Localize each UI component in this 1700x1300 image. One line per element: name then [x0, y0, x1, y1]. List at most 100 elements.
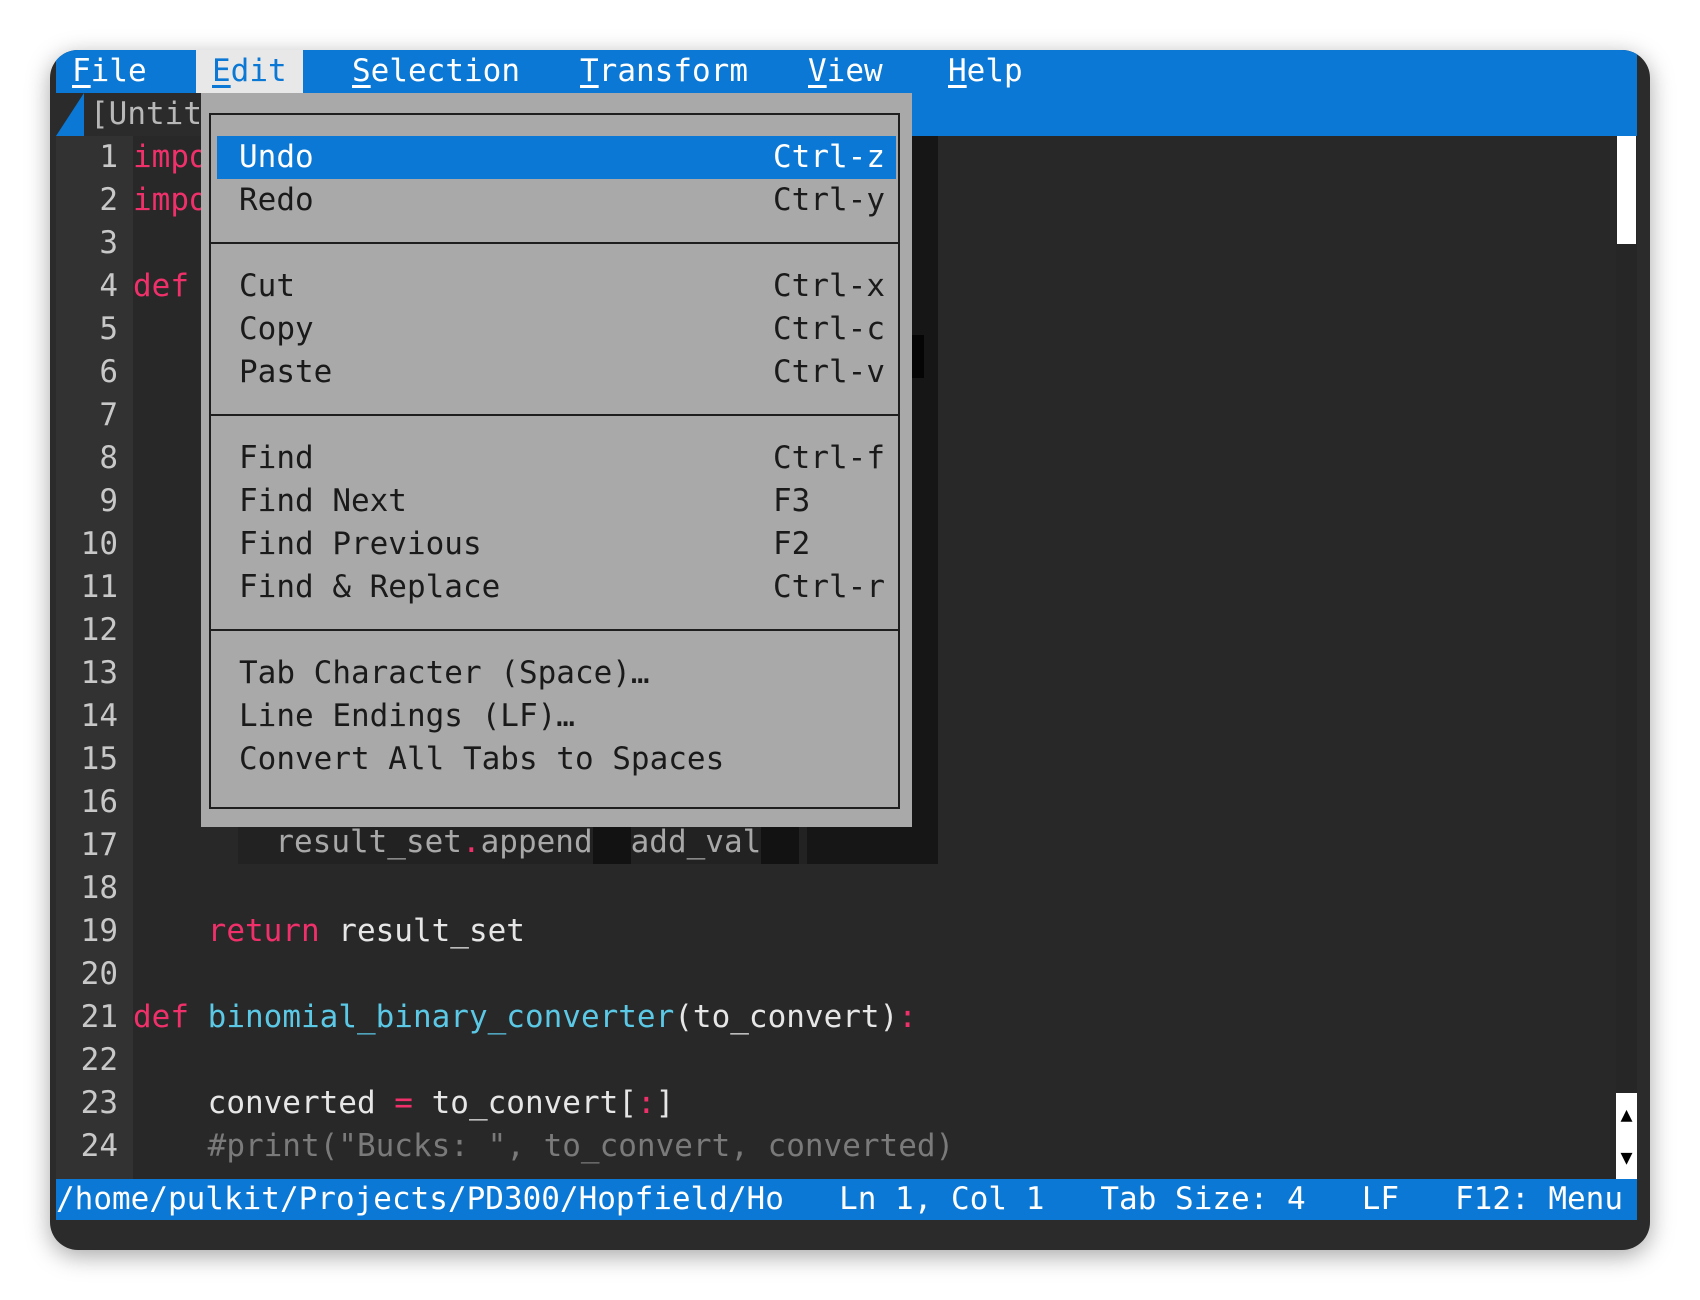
file-path: /home/pulkit/Projects/PD300/Hopfield/Ho — [56, 1181, 784, 1217]
line-number: 21 — [80, 999, 118, 1035]
tab-size: Tab Size: 4 — [1100, 1181, 1306, 1217]
scroll-down-icon[interactable]: ▼ — [1616, 1136, 1637, 1179]
menu-item-find-previous[interactable]: Find Previous F2 — [217, 523, 896, 566]
code-args: (to_convert) — [674, 999, 899, 1035]
menu-transform-mnemonic: T — [580, 53, 599, 89]
menu-item-convert-tabs[interactable]: Convert All Tabs to Spaces — [217, 738, 896, 781]
menu-edit[interactable]: Edit — [196, 50, 303, 93]
line-number: 9 — [99, 483, 118, 519]
line-number: 17 — [80, 827, 118, 863]
menu-item-shortcut: Ctrl-y — [773, 182, 885, 218]
menu-selection[interactable]: Selection — [336, 50, 536, 93]
menu-file-mnemonic: F — [72, 53, 91, 89]
menu-transform[interactable]: Transform — [564, 50, 764, 93]
code-operator: : — [636, 1085, 656, 1121]
code-line-21: def binomial_binary_converter(to_convert… — [133, 996, 1603, 1039]
menu-item-label: Undo — [239, 139, 314, 175]
code-text: result_set — [319, 913, 525, 949]
line-number: 1 — [99, 139, 118, 175]
line-number: 3 — [99, 225, 118, 261]
menu-help-mnemonic: H — [948, 53, 967, 89]
line-number: 13 — [80, 655, 118, 691]
tab-slant-decoration — [56, 93, 84, 136]
code-text: to_convert[ — [412, 1085, 637, 1121]
menu-item-label: Cut — [239, 268, 295, 304]
scrollbar-thumb[interactable] — [1617, 136, 1636, 244]
cursor-position: Ln 1, Col 1 — [839, 1181, 1045, 1217]
menu-item-cut[interactable]: Cut Ctrl-x — [217, 265, 896, 308]
vertical-scrollbar[interactable]: ▲ ▼ — [1616, 136, 1637, 1179]
code-shadow — [761, 821, 800, 864]
menu-item-shortcut: Ctrl-x — [773, 268, 885, 304]
menu-item-shortcut: Ctrl-v — [773, 354, 885, 390]
menu-item-find-replace[interactable]: Find & Replace Ctrl-r — [217, 566, 896, 609]
menu-item-shortcut: Ctrl-z — [773, 139, 885, 175]
menu-separator — [209, 629, 900, 631]
menu-item-shortcut: F2 — [773, 526, 811, 562]
menu-item-line-endings[interactable]: Line Endings (LF)… — [217, 695, 896, 738]
code-argument: add_val — [630, 824, 762, 860]
menu-separator — [209, 242, 900, 244]
menu-edit-label: dit — [230, 53, 287, 89]
code-text: ] — [655, 1085, 675, 1121]
code-line-17: result_set.append add_val — [238, 821, 808, 864]
code-operator: . — [461, 824, 481, 860]
code-text: converted — [207, 1085, 395, 1121]
scroll-up-icon[interactable]: ▲ — [1616, 1093, 1637, 1136]
menu-help-label: elp — [966, 53, 1023, 89]
menu-view-label: iew — [826, 53, 883, 89]
menu-help[interactable]: Help — [932, 50, 1039, 93]
keyword: def — [133, 268, 189, 304]
text-editor: File Edit Selection Transform View Help … — [56, 50, 1637, 1220]
menu-item-copy[interactable]: Copy Ctrl-c — [217, 308, 896, 351]
line-number: 11 — [80, 569, 118, 605]
keyword: impo — [133, 139, 208, 175]
menu-item-redo[interactable]: Redo Ctrl-y — [217, 179, 896, 222]
status-info: Ln 1, Col 1 Tab Size: 4 LF F12: Menu — [839, 1179, 1623, 1220]
menu-item-label: Paste — [239, 354, 333, 390]
menu-item-undo[interactable]: Undo Ctrl-z — [217, 136, 896, 179]
menu-item-tab-character[interactable]: Tab Character (Space)… — [217, 652, 896, 695]
menu-item-shortcut: Ctrl-r — [773, 569, 885, 605]
menu-item-label: Redo — [239, 182, 314, 218]
menu-file[interactable]: File — [56, 50, 163, 93]
code-comment: #print("Bucks: ", to_convert, converted) — [207, 1128, 955, 1164]
line-number: 7 — [99, 397, 118, 433]
line-number: 12 — [80, 612, 118, 648]
menu-item-label: Find Previous — [239, 526, 482, 562]
menu-view[interactable]: View — [792, 50, 899, 93]
status-bar: /home/pulkit/Projects/PD300/Hopfield/Ho … — [56, 1179, 1637, 1220]
menu-item-label: Line Endings (LF)… — [239, 698, 575, 734]
code-operator: = — [394, 1085, 413, 1121]
code-line-24: #print("Bucks: ", to_convert, converted) — [133, 1125, 1603, 1168]
menu-item-find-next[interactable]: Find Next F3 — [217, 480, 896, 523]
menu-item-shortcut: F3 — [773, 483, 811, 519]
tab-untitled[interactable]: [Untit — [84, 93, 208, 136]
code-shadow — [592, 821, 631, 864]
line-number: 19 — [80, 913, 118, 949]
keyword: def — [133, 999, 189, 1035]
code-method: append — [480, 824, 593, 860]
menu-file-label: ile — [90, 53, 147, 89]
line-number: 16 — [80, 784, 118, 820]
menu-item-paste[interactable]: Paste Ctrl-v — [217, 351, 896, 394]
edit-menu-dropdown: Undo Ctrl-z Redo Ctrl-y Cut Ctrl-x Copy Ctrl… — [201, 93, 912, 827]
line-ending: LF — [1361, 1181, 1400, 1217]
menu-selection-mnemonic: S — [352, 53, 371, 89]
function-name: binomial_binary_converter — [207, 999, 675, 1035]
menu-item-label: Convert All Tabs to Spaces — [239, 741, 725, 777]
line-number: 18 — [80, 870, 118, 906]
code-identifier: result_set — [275, 824, 462, 860]
line-number: 24 — [80, 1128, 118, 1164]
line-number: 4 — [99, 268, 118, 304]
menu-item-shortcut: Ctrl-c — [773, 311, 885, 347]
line-number: 23 — [80, 1085, 118, 1121]
line-number: 15 — [80, 741, 118, 777]
code-operator: : — [898, 999, 917, 1035]
menu-item-find[interactable]: Find Ctrl-f — [217, 437, 896, 480]
code-line-19: return result_set — [133, 910, 1603, 953]
menu-edit-mnemonic: E — [212, 53, 231, 89]
menu-item-label: Find Next — [239, 483, 407, 519]
keyword: return — [207, 913, 320, 949]
line-number: 2 — [99, 182, 118, 218]
